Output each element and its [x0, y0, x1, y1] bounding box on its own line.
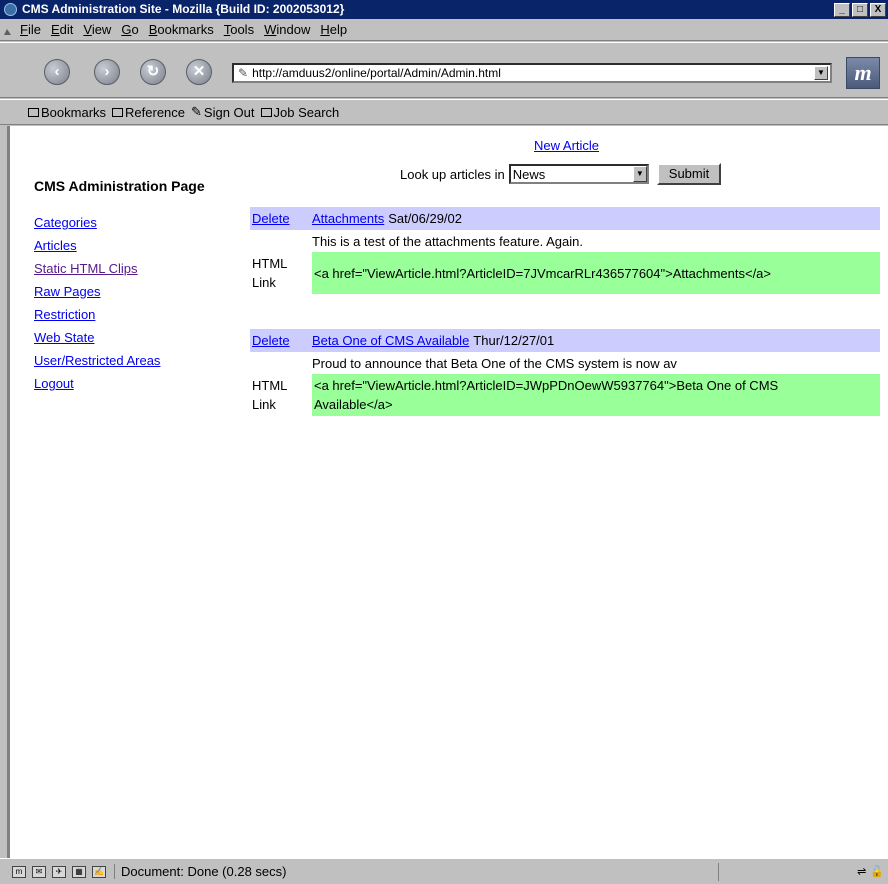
online-status-icon[interactable]: ⇌ — [857, 865, 866, 878]
html-link-row: HTML Link <a href="ViewArticle.html?Artic… — [250, 374, 880, 416]
stop-button[interactable]: ✕ — [186, 59, 212, 85]
menu-tools[interactable]: Tools — [224, 22, 254, 37]
close-button[interactable]: X — [870, 2, 886, 17]
new-article-link[interactable]: New Article — [534, 138, 599, 153]
menu-help[interactable]: Help — [320, 22, 347, 37]
toolbar-grip-icon[interactable] — [3, 23, 12, 37]
reload-button[interactable]: ↻ — [140, 59, 166, 85]
chat-icon[interactable]: ✈ — [52, 865, 66, 878]
url-input[interactable]: http://amduus2/online/portal/Admin/Admin… — [252, 66, 814, 80]
url-history-dropdown-icon[interactable]: ▼ — [814, 66, 828, 80]
bookmarks-label: Bookmarks — [41, 104, 107, 120]
navigator-icon[interactable]: m — [12, 865, 26, 878]
article-title-link[interactable]: Beta One of CMS Available — [312, 333, 469, 348]
nav-link-articles[interactable]: Articles — [34, 238, 160, 261]
menu-view[interactable]: View — [83, 22, 111, 37]
article-title-link[interactable]: Attachments — [312, 211, 384, 226]
article-description: This is a test of the attachments featur… — [312, 233, 583, 249]
folder-icon — [112, 107, 124, 117]
delete-link[interactable]: Delete — [252, 211, 290, 226]
admin-nav: Categories Articles Static HTML Clips Ra… — [34, 215, 160, 399]
nav-link-raw-pages[interactable]: Raw Pages — [34, 284, 160, 307]
article-header: Delete Beta One of CMS Available Thur/12… — [250, 329, 880, 352]
nav-link-restriction[interactable]: Restriction — [34, 307, 160, 330]
mozilla-app-icon — [4, 3, 17, 16]
article-description-row: This is a test of the attachments featur… — [250, 230, 880, 252]
folder-icon — [260, 107, 272, 117]
article-date: Sat/06/29/02 — [388, 211, 462, 226]
delete-link[interactable]: Delete — [252, 333, 290, 348]
bookmarks-button[interactable]: Bookmarks — [28, 105, 106, 120]
article-date: Thur/12/27/01 — [473, 333, 555, 348]
composer-icon[interactable]: ▦ — [72, 865, 86, 878]
html-link-label: HTML Link — [252, 378, 288, 412]
mail-icon[interactable]: ✉ — [32, 865, 46, 878]
menu-file[interactable]: File — [20, 22, 41, 37]
sign-out-bookmark[interactable]: ✎ Sign Out — [191, 104, 255, 120]
category-select[interactable]: News ▼ — [508, 164, 649, 184]
article-entry: Delete Beta One of CMS Available Thur/12… — [250, 329, 880, 416]
window-title: CMS Administration Site - Mozilla {Build… — [22, 2, 345, 16]
menu-window[interactable]: Window — [264, 22, 310, 37]
nav-link-web-state[interactable]: Web State — [34, 330, 160, 353]
html-link-text: <a href="ViewArticle.html?ArticleID=7JVm… — [314, 265, 772, 281]
page-title: CMS Administration Page — [34, 178, 205, 194]
job-search-folder[interactable]: Job Search — [260, 104, 340, 120]
nav-link-static-html-clips[interactable]: Static HTML Clips — [34, 261, 160, 284]
reference-folder[interactable]: Reference — [112, 105, 185, 120]
submit-button[interactable]: Submit — [656, 163, 722, 185]
job-search-label: Job Search — [273, 104, 340, 120]
sidebar-splitter[interactable] — [0, 126, 8, 858]
html-link-text: Available</a> — [314, 397, 393, 412]
navigation-toolbar: ‹ › ↻ ✕ ✎ http://amduus2/online/portal/A… — [0, 42, 888, 98]
lock-icon[interactable]: 🔓 — [870, 865, 884, 878]
forward-button[interactable]: › — [94, 59, 120, 85]
page-proxy-icon[interactable]: ✎ — [238, 66, 248, 80]
article-entry: Delete Attachments Sat/06/29/02 This is … — [250, 207, 880, 294]
folder-icon — [28, 107, 39, 117]
sign-out-label: Sign Out — [203, 104, 255, 120]
window-titlebar[interactable]: CMS Administration Site - Mozilla {Build… — [0, 0, 888, 19]
html-link-row: HTML Link <a href="ViewArticle.html?Artic… — [250, 252, 880, 294]
html-link-text: <a href="ViewArticle.html?ArticleID=JWpP… — [314, 378, 779, 393]
category-select-value: News — [512, 166, 546, 182]
maximize-button[interactable]: □ — [852, 2, 868, 17]
nav-link-categories[interactable]: Categories — [34, 215, 160, 238]
url-bar[interactable]: ✎ http://amduus2/online/portal/Admin/Adm… — [232, 63, 832, 83]
minimize-button[interactable]: _ — [834, 2, 850, 17]
nav-link-user-restricted-areas[interactable]: User/Restricted Areas — [34, 353, 160, 376]
article-header: Delete Attachments Sat/06/29/02 — [250, 207, 880, 230]
article-description-row: Proud to announce that Beta One of the C… — [250, 352, 880, 374]
article-description: Proud to announce that Beta One of the C… — [312, 355, 677, 371]
menu-bookmarks[interactable]: Bookmarks — [149, 22, 214, 37]
address-book-icon[interactable]: ✍ — [92, 865, 106, 878]
security-status: ⇌ 🔓 — [718, 862, 888, 881]
html-link-label: HTML Link — [252, 256, 288, 290]
lookup-form: Look up articles in News ▼ Submit — [400, 163, 722, 185]
status-text: Document: Done (0.28 secs) — [114, 864, 718, 879]
chevron-down-icon[interactable]: ▼ — [632, 166, 647, 182]
bookmark-icon: ✎ — [191, 104, 202, 119]
html-link-code[interactable]: <a href="ViewArticle.html?ArticleID=JWpP… — [312, 374, 880, 416]
html-link-code[interactable]: <a href="ViewArticle.html?ArticleID=7JVm… — [312, 252, 880, 294]
status-bar: m ✉ ✈ ▦ ✍ Document: Done (0.28 secs) ⇌ 🔓 — [0, 858, 888, 884]
back-button[interactable]: ‹ — [44, 59, 70, 85]
lookup-label: Look up articles in — [400, 166, 505, 182]
page-content: CMS Administration Page Categories Artic… — [8, 126, 888, 858]
nav-link-logout[interactable]: Logout — [34, 376, 160, 399]
menu-go[interactable]: Go — [121, 22, 138, 37]
throbber-logo[interactable]: m — [846, 57, 880, 89]
personal-toolbar: Bookmarks Reference ✎ Sign Out Job Search — [0, 99, 888, 125]
reference-label: Reference — [125, 104, 186, 120]
menu-bar: File Edit View Go Bookmarks Tools Window… — [0, 19, 888, 41]
menu-edit[interactable]: Edit — [51, 22, 73, 37]
